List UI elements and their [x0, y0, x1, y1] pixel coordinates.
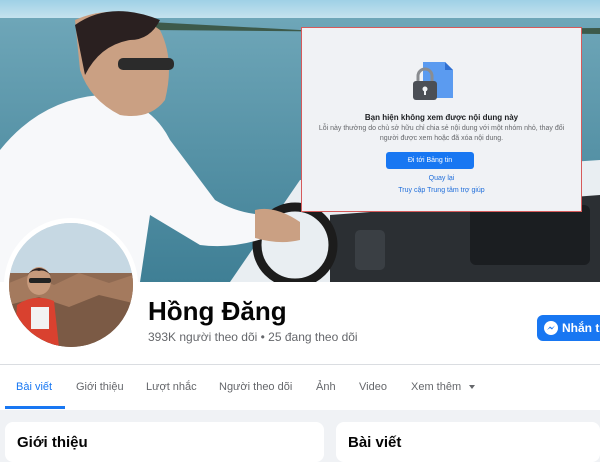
lock-icon: [409, 58, 455, 104]
tab-more[interactable]: Xem thêm: [411, 381, 476, 393]
message-button[interactable]: Nhắn tin: [537, 315, 600, 341]
intro-card-title: Giới thiệu: [17, 434, 88, 451]
header-divider: [0, 364, 600, 365]
follow-stats[interactable]: 393K người theo dõi • 25 đang theo dõi: [148, 330, 358, 344]
avatar[interactable]: [9, 223, 133, 347]
profile-name: Hồng Đăng: [148, 296, 287, 326]
back-link[interactable]: Quay lại: [302, 175, 581, 182]
tab-followers[interactable]: Người theo dõi: [219, 381, 292, 393]
intro-card: Giới thiệu: [5, 422, 324, 462]
caret-down-icon: [469, 385, 476, 390]
tab-posts[interactable]: Bài viết: [16, 381, 52, 393]
message-button-label: Nhắn tin: [562, 321, 600, 335]
content-unavailable-dialog: Bạn hiện không xem được nội dung này Lỗi…: [301, 27, 582, 212]
help-center-link[interactable]: Truy cập Trung tâm trợ giúp: [302, 187, 581, 194]
tab-mentions[interactable]: Lượt nhắc: [146, 381, 197, 393]
go-to-feed-button[interactable]: Đi tới Bảng tin: [386, 152, 474, 169]
tab-about[interactable]: Giới thiệu: [76, 381, 124, 393]
dialog-title: Bạn hiện không xem được nội dung này: [364, 113, 519, 122]
posts-card-title: Bài viết: [348, 434, 402, 451]
tab-more-label: Xem thêm: [411, 381, 462, 393]
tab-photos[interactable]: Ảnh: [316, 381, 336, 393]
messenger-icon: [544, 321, 558, 335]
active-tab-indicator: [5, 406, 65, 409]
dialog-message: Lỗi này thường do chủ sở hữu chỉ chia sẻ…: [318, 125, 565, 142]
posts-card: Bài viết: [336, 422, 600, 462]
tab-videos[interactable]: Video: [359, 381, 387, 393]
